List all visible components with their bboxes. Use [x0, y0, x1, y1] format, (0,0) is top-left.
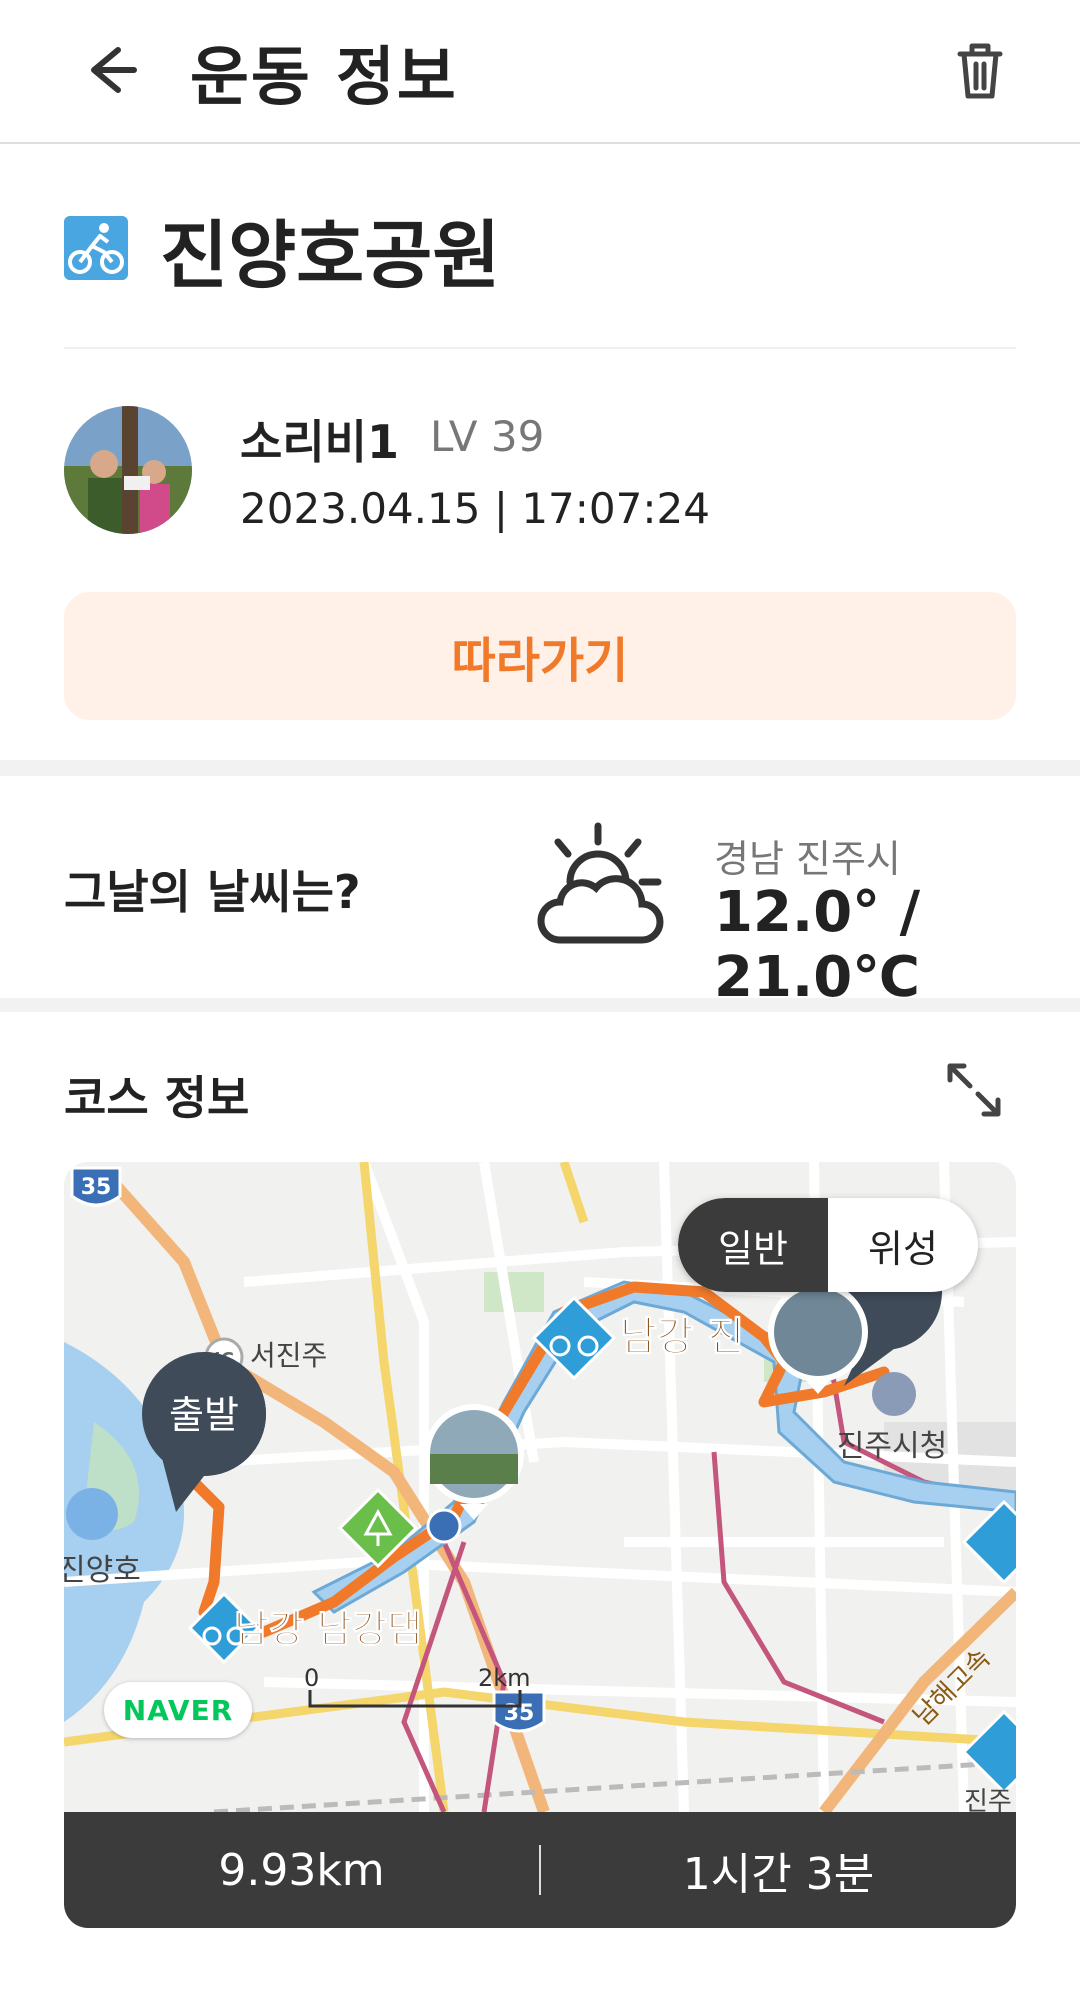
course-duration: 1시간 3분	[682, 1849, 875, 1900]
map-label-namgang-dam: 남강 남강댐	[234, 1607, 422, 1651]
expand-icon[interactable]	[944, 1060, 1004, 1120]
cycling-icon	[64, 216, 128, 280]
lake-icon	[66, 1488, 118, 1540]
map-label-jinyangho: 진양호	[64, 1553, 141, 1588]
course-map[interactable]: 35 35 IC 서진주 진양호 출발	[64, 1162, 1016, 1928]
route-35-shield-top: 35	[70, 1166, 122, 1207]
scale-km-label: 2km	[478, 1664, 531, 1692]
map-label-seojinju: 서진주	[250, 1339, 327, 1372]
partly-cloudy-icon	[537, 822, 664, 944]
activity-datetime: 2023.04.15 | 17:07:24	[240, 484, 710, 533]
map-label-namgang-jin: 남강 진	[620, 1314, 744, 1360]
map-type-toggle[interactable]: 일반 위성	[678, 1198, 978, 1292]
map-label-city-hall: 진주시청	[837, 1429, 947, 1464]
course-distance: 9.93km	[218, 1844, 385, 1896]
map-type-normal[interactable]: 일반	[678, 1198, 828, 1292]
course-card: 코스 정보 35 35 서진주 진양호 출발 진주시청 남강 진 남강 남강댐 …	[0, 1012, 1080, 1992]
user-name: 소리비1	[240, 415, 399, 469]
start-label: 출발	[169, 1393, 239, 1437]
location-dot	[426, 1508, 462, 1544]
course-stats-bar: 9.93km 1시간 3분	[64, 1812, 1016, 1928]
user-level: LV 39	[430, 412, 545, 461]
weather-card: 그날의 날씨는? 경남 진주시 12.0° / 21.0℃	[0, 776, 1080, 1010]
scale-zero-label: 0	[304, 1664, 319, 1692]
divider	[64, 347, 1016, 349]
app-header: 운동 정보	[0, 0, 1080, 144]
course-title: 코스 정보	[64, 1071, 250, 1125]
follow-button[interactable]: 따라가기	[64, 592, 1016, 720]
naver-logo: NAVER	[104, 1682, 252, 1738]
weather-question: 그날의 날씨는?	[64, 865, 361, 919]
place-title: 진양호공원	[160, 213, 501, 299]
page-title: 운동 정보	[190, 41, 458, 115]
map-type-satellite[interactable]: 위성	[828, 1198, 978, 1292]
trash-icon[interactable]	[940, 30, 1020, 110]
map-label-jinju: 진주	[964, 1787, 1012, 1812]
activity-card: 진양호공원 소리비1 LV 39 2023.04.15 | 17:07:24 따…	[0, 144, 1080, 760]
city-hall-icon	[872, 1372, 916, 1416]
route-35-label-top: 35	[81, 1175, 112, 1200]
avatar[interactable]	[64, 406, 192, 534]
arrow-left-icon[interactable]	[70, 30, 150, 110]
weather-region: 경남 진주시	[714, 837, 901, 881]
weather-temperature: 12.0° / 21.0℃	[714, 880, 921, 1010]
